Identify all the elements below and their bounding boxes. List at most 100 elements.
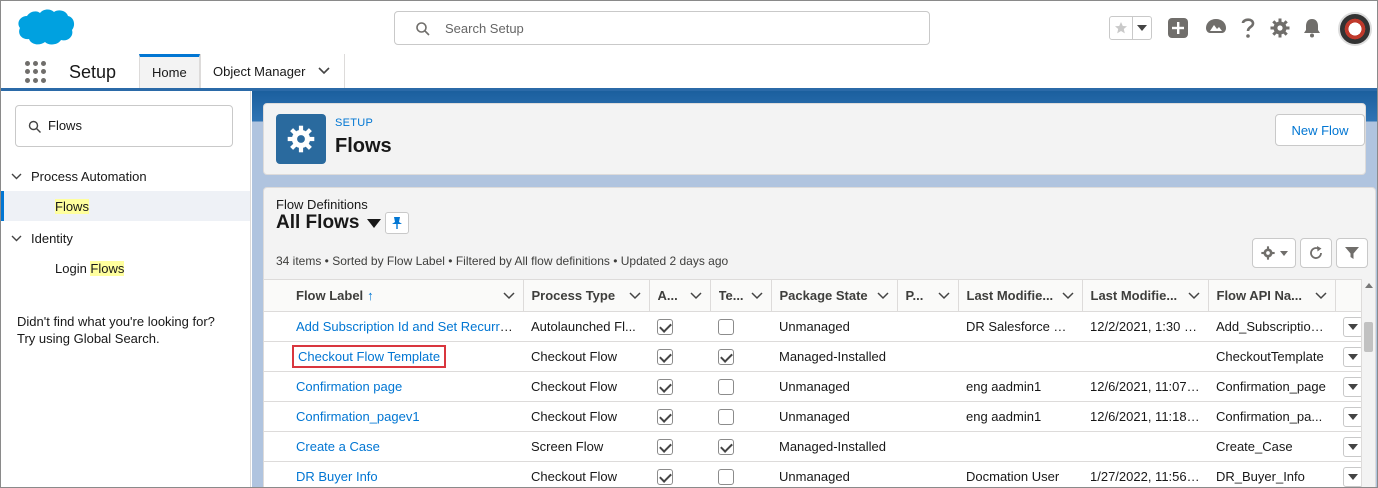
flow-label-link[interactable]: Create a Case bbox=[296, 439, 380, 454]
tab-object-manager[interactable]: Object Manager bbox=[200, 54, 345, 88]
new-flow-button[interactable]: New Flow bbox=[1275, 114, 1365, 146]
column-header[interactable]: Process Type bbox=[523, 279, 650, 312]
column-header-label: Process Type bbox=[531, 288, 616, 303]
column-header[interactable]: Te... bbox=[710, 279, 772, 312]
table-scrollbar[interactable] bbox=[1361, 279, 1375, 487]
tree-node-process-automation[interactable]: Process Automation bbox=[1, 161, 250, 191]
pin-icon[interactable] bbox=[385, 212, 409, 234]
api-name-cell: Add_Subscription... bbox=[1208, 311, 1335, 342]
template-checkbox bbox=[718, 468, 734, 485]
chevron-down-icon[interactable] bbox=[876, 291, 889, 300]
favorites-dropdown-icon[interactable] bbox=[1133, 17, 1151, 39]
chevron-down-icon[interactable] bbox=[628, 291, 641, 300]
global-search-input[interactable] bbox=[445, 18, 915, 38]
column-header[interactable]: Last Modifie... bbox=[1082, 279, 1209, 312]
chevron-down-icon[interactable] bbox=[1187, 291, 1200, 300]
scroll-up-icon[interactable] bbox=[1365, 283, 1373, 288]
p-cell bbox=[897, 431, 958, 462]
tree-item-label: Flows bbox=[55, 198, 89, 214]
p-cell bbox=[897, 311, 958, 342]
list-view-picker[interactable]: All Flows bbox=[276, 212, 382, 234]
user-avatar[interactable] bbox=[1338, 12, 1372, 46]
chevron-down-icon[interactable] bbox=[317, 67, 330, 75]
tree-item-flows[interactable]: Flows bbox=[1, 191, 250, 221]
help-icon[interactable] bbox=[1235, 15, 1261, 41]
chevron-down-icon[interactable] bbox=[1314, 291, 1327, 300]
quick-find[interactable] bbox=[15, 105, 233, 147]
salesforce-logo[interactable] bbox=[15, 7, 75, 49]
template-checkbox bbox=[718, 318, 734, 335]
package-state-cell: Managed-Installed bbox=[771, 341, 897, 372]
modified-date-cell: 12/6/2021, 11:07 ... bbox=[1082, 371, 1208, 402]
list-settings-button[interactable] bbox=[1252, 238, 1296, 268]
sort-ascending-icon: ↑ bbox=[367, 288, 374, 303]
chevron-down-icon[interactable] bbox=[1061, 291, 1074, 300]
refresh-button[interactable] bbox=[1300, 238, 1332, 268]
tab-home[interactable]: Home bbox=[139, 54, 200, 88]
chevron-down-icon[interactable] bbox=[1, 173, 31, 180]
global-search[interactable] bbox=[394, 11, 930, 45]
list-view-meta: 34 items • Sorted by Flow Label • Filter… bbox=[276, 254, 729, 268]
package-state-cell: Managed-Installed bbox=[771, 431, 897, 462]
column-header[interactable]: Last Modifie... bbox=[958, 279, 1083, 312]
package-state-cell: Unmanaged bbox=[771, 461, 897, 487]
chevron-down-icon[interactable] bbox=[367, 218, 382, 228]
row-actions-dropdown-icon[interactable] bbox=[1343, 316, 1363, 337]
template-checkbox bbox=[718, 378, 734, 395]
active-cell bbox=[649, 371, 710, 402]
active-checkbox bbox=[657, 378, 673, 395]
column-header[interactable]: P... bbox=[897, 279, 959, 312]
tree-node-label: Identity bbox=[31, 230, 73, 246]
list-view-card: Flow Definitions All Flows 34 items • So… bbox=[263, 187, 1376, 487]
package-state-cell: Unmanaged bbox=[771, 401, 897, 432]
template-cell bbox=[710, 341, 771, 372]
row-actions-dropdown-icon[interactable] bbox=[1343, 376, 1363, 397]
flow-label-link[interactable]: Checkout Flow Template bbox=[298, 349, 440, 364]
column-header[interactable]: Package State bbox=[771, 279, 898, 312]
chevron-down-icon[interactable] bbox=[750, 291, 763, 300]
column-header[interactable]: Flow API Na... bbox=[1208, 279, 1336, 312]
row-spacer bbox=[264, 401, 288, 432]
column-header[interactable]: Flow Label ↑ bbox=[288, 279, 524, 312]
row-spacer bbox=[264, 371, 288, 402]
tree-item-login-flows[interactable]: Login Flows bbox=[1, 253, 250, 283]
tree-node-label: Process Automation bbox=[31, 168, 147, 184]
row-actions-dropdown-icon[interactable] bbox=[1343, 406, 1363, 427]
tree-node-identity[interactable]: Identity bbox=[1, 223, 250, 253]
table-row: Confirmation_pagev1 Checkout Flow Unmanage… bbox=[264, 401, 1375, 432]
column-header-label: Te... bbox=[718, 288, 744, 303]
column-header-label: Flow API Na... bbox=[1216, 288, 1302, 303]
chevron-down-icon[interactable] bbox=[1, 235, 31, 242]
flow-label-link[interactable]: DR Buyer Info bbox=[296, 469, 378, 484]
modified-date-cell bbox=[1082, 431, 1208, 462]
column-header[interactable]: A... bbox=[649, 279, 711, 312]
row-spacer bbox=[264, 461, 288, 487]
app-launcher-icon[interactable] bbox=[25, 61, 47, 83]
setup-sidebar: Process Automation Flows Identity Login … bbox=[1, 91, 251, 487]
row-actions-dropdown-icon[interactable] bbox=[1343, 436, 1363, 457]
row-actions-dropdown-icon[interactable] bbox=[1343, 466, 1363, 487]
flow-label-link[interactable]: Add Subscription Id and Set Recurrin... bbox=[296, 319, 521, 334]
gear-icon[interactable] bbox=[1267, 15, 1293, 41]
row-actions-dropdown-icon[interactable] bbox=[1343, 346, 1363, 367]
column-header-label: P... bbox=[905, 288, 924, 303]
add-icon[interactable] bbox=[1165, 15, 1191, 41]
bell-icon[interactable] bbox=[1299, 15, 1325, 41]
process-type-cell: Checkout Flow bbox=[523, 341, 649, 372]
chevron-down-icon[interactable] bbox=[937, 291, 950, 300]
breadcrumb[interactable]: SETUP bbox=[335, 117, 373, 129]
flow-label-link[interactable]: Confirmation page bbox=[296, 379, 402, 394]
trailhead-icon[interactable] bbox=[1203, 15, 1229, 41]
chevron-down-icon[interactable] bbox=[689, 291, 702, 300]
chevron-down-icon[interactable] bbox=[502, 291, 515, 300]
row-spacer bbox=[264, 311, 288, 342]
setup-gear-icon bbox=[276, 114, 326, 164]
global-header bbox=[1, 1, 1377, 54]
favorite-star-icon[interactable] bbox=[1110, 17, 1134, 39]
scroll-thumb[interactable] bbox=[1364, 322, 1373, 352]
quick-find-input[interactable] bbox=[48, 118, 218, 133]
modified-by-cell: Docmation User bbox=[958, 461, 1082, 487]
flow-label-link[interactable]: Confirmation_pagev1 bbox=[296, 409, 420, 424]
filter-button[interactable] bbox=[1336, 238, 1368, 268]
active-cell bbox=[649, 311, 710, 342]
